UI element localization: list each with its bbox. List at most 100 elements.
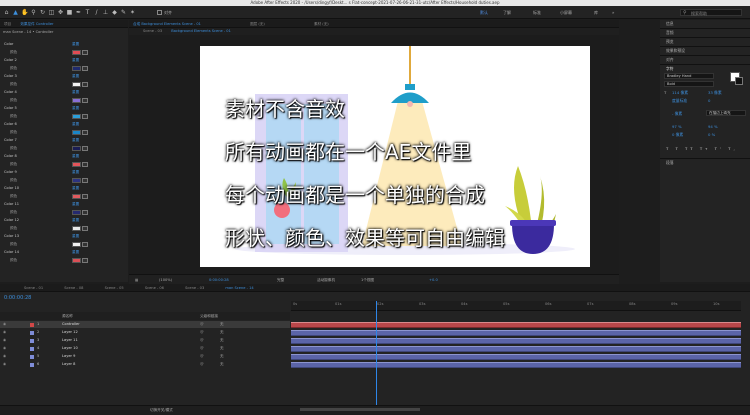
playhead-indicator[interactable]	[376, 301, 377, 414]
tab-footage[interactable]: 素材 (无)	[310, 20, 333, 27]
puppet-tool-icon[interactable]: ✶	[129, 9, 136, 16]
color-swatch[interactable]	[72, 177, 81, 183]
visibility-eye-icon[interactable]: ◉	[3, 345, 6, 352]
layer-row[interactable]: ◉ 1 Controller @ 无	[0, 321, 290, 328]
subtab-scene-03[interactable]: Scene - 03	[139, 28, 166, 35]
panel-character[interactable]: 字符	[666, 66, 674, 72]
time-ruler[interactable]: 0s 01s 02s 03s 04s 05s 06s 07s 08s 09s 10s	[291, 301, 741, 311]
parent-dropdown[interactable]: 无	[220, 337, 224, 344]
visibility-eye-icon[interactable]: ◉	[3, 353, 6, 360]
visibility-eye-icon[interactable]: ◉	[3, 337, 6, 344]
camera-tool-icon[interactable]: ◫	[48, 9, 55, 16]
color-effect-row[interactable]: Color 14 重置	[0, 248, 128, 256]
stroke-color-swatch[interactable]	[735, 77, 743, 85]
eyedropper-icon[interactable]	[82, 257, 88, 263]
label-color-swatch[interactable]	[30, 346, 34, 351]
color-swatch[interactable]	[72, 257, 81, 263]
layer-duration-bar[interactable]	[291, 362, 741, 368]
panel-paragraph[interactable]: 段落	[666, 160, 674, 166]
font-size-value[interactable]: 114 像素	[672, 90, 688, 96]
color-effect-row[interactable]: Color 7 重置	[0, 136, 128, 144]
reset-link[interactable]: 重置	[72, 40, 79, 48]
eyedropper-icon[interactable]	[82, 177, 88, 183]
tab-scene-08[interactable]: Scene - 08	[60, 284, 87, 291]
workspace-default[interactable]: 默认	[480, 9, 488, 16]
kerning-value[interactable]: 度量标准	[672, 98, 687, 104]
layer-name[interactable]: Layer 10	[62, 345, 78, 352]
reset-link[interactable]: 重置	[72, 152, 79, 160]
color-effect-row[interactable]: Color 重置	[0, 40, 128, 48]
stroke-width-value[interactable]: - 像素	[672, 111, 682, 117]
font-style-dropdown[interactable]: Bold	[664, 81, 714, 87]
panel-effects-presets[interactable]: 效果和预设	[666, 48, 685, 54]
pen-tool-icon[interactable]: ✒	[75, 9, 82, 16]
color-effect-row[interactable]: Color 8 重置	[0, 152, 128, 160]
label-color-swatch[interactable]	[30, 338, 34, 343]
color-effect-row[interactable]: Color 4 重置	[0, 88, 128, 96]
workspace-learn[interactable]: 了解	[503, 9, 511, 16]
reset-link[interactable]: 重置	[72, 232, 79, 240]
text-style-buttons[interactable]: T T TT Tт T' T,	[666, 146, 738, 151]
layer-row[interactable]: ◉ 5 Layer 9 @ 无	[0, 353, 290, 360]
color-swatch[interactable]	[72, 129, 81, 135]
color-effect-row[interactable]: Color 12 重置	[0, 216, 128, 224]
color-swatch[interactable]	[72, 225, 81, 231]
color-swatch[interactable]	[72, 65, 81, 71]
tab-scene-06[interactable]: Scene - 06	[141, 284, 168, 291]
layer-duration-bar[interactable]	[291, 330, 741, 336]
color-swatch[interactable]	[72, 113, 81, 119]
pickwhip-icon[interactable]: @	[200, 329, 204, 336]
tsume-value[interactable]: 0 %	[708, 132, 715, 137]
reset-link[interactable]: 重置	[72, 248, 79, 256]
layer-duration-bar[interactable]	[291, 346, 741, 352]
eyedropper-icon[interactable]	[82, 81, 88, 87]
color-swatch[interactable]	[72, 97, 81, 103]
parent-dropdown[interactable]: 无	[220, 361, 224, 368]
pickwhip-icon[interactable]: @	[200, 321, 204, 328]
reset-link[interactable]: 重置	[72, 120, 79, 128]
color-swatch[interactable]	[72, 161, 81, 167]
label-color-swatch[interactable]	[30, 362, 34, 367]
rectangle-tool-icon[interactable]: ■	[66, 9, 73, 16]
baseline-shift-value[interactable]: 0 像素	[672, 132, 683, 138]
parent-dropdown[interactable]: 无	[220, 353, 224, 360]
leading-value[interactable]: 33 像素	[708, 90, 722, 96]
tab-man-scene-14[interactable]: man Scene - 14	[221, 284, 257, 291]
type-tool-icon[interactable]: T	[84, 9, 91, 16]
pickwhip-icon[interactable]: @	[200, 361, 204, 368]
reset-link[interactable]: 重置	[72, 216, 79, 224]
layer-name[interactable]: Layer 12	[62, 329, 78, 336]
layer-name[interactable]: Controller	[62, 321, 80, 328]
parent-dropdown[interactable]: 无	[220, 329, 224, 336]
tab-scene-01[interactable]: Scene - 01	[20, 284, 47, 291]
reset-link[interactable]: 重置	[72, 88, 79, 96]
clone-tool-icon[interactable]: ⊥	[102, 9, 109, 16]
eyedropper-icon[interactable]	[82, 113, 88, 119]
tab-layer[interactable]: 图层 (无)	[246, 20, 269, 27]
eyedropper-icon[interactable]	[82, 145, 88, 151]
layer-duration-bar[interactable]	[291, 338, 741, 344]
tab-project[interactable]: 项目	[0, 20, 15, 27]
eyedropper-icon[interactable]	[82, 225, 88, 231]
workspace-more[interactable]: »	[612, 9, 614, 16]
panel-preview[interactable]: 预览	[666, 39, 674, 45]
layer-duration-bar[interactable]	[291, 354, 741, 360]
workspace-libraries[interactable]: 库	[594, 9, 598, 16]
color-swatch[interactable]	[72, 241, 81, 247]
color-swatch[interactable]	[72, 81, 81, 87]
eraser-tool-icon[interactable]: ◆	[111, 9, 118, 16]
zoom-slider[interactable]	[300, 408, 420, 411]
reset-link[interactable]: 重置	[72, 200, 79, 208]
selection-tool-icon[interactable]: ▲	[12, 9, 19, 16]
layer-row[interactable]: ◉ 3 Layer 11 @ 无	[0, 337, 290, 344]
layer-name[interactable]: Layer 9	[62, 353, 75, 360]
reset-link[interactable]: 重置	[72, 72, 79, 80]
roto-tool-icon[interactable]: ✎	[120, 9, 127, 16]
panel-info[interactable]: 信息	[666, 21, 674, 27]
layer-row[interactable]: ◉ 2 Layer 12 @ 无	[0, 329, 290, 336]
eyedropper-icon[interactable]	[82, 65, 88, 71]
subtab-background-elements[interactable]: Background Elements Scene - 01	[167, 28, 235, 35]
panel-align[interactable]: 对齐	[666, 57, 674, 63]
workspace-standard[interactable]: 标准	[533, 9, 541, 16]
panel-audio[interactable]: 音频	[666, 30, 674, 36]
